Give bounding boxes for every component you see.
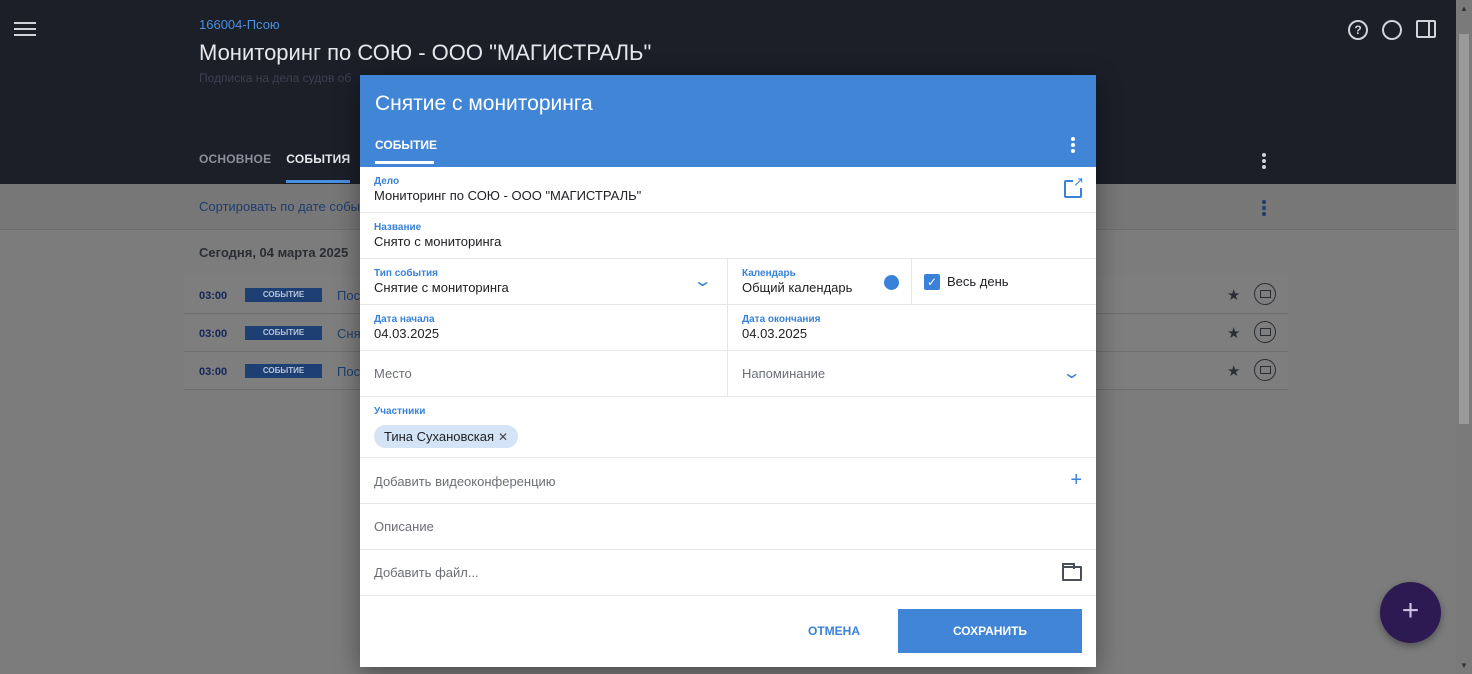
place-placeholder: Место (374, 366, 412, 381)
screen-icon[interactable] (1254, 283, 1276, 305)
type-calendar-row: Тип события Снятие с мониторинга ⌄ Кален… (360, 259, 1096, 305)
screen-icon[interactable] (1254, 359, 1276, 381)
open-external-icon[interactable] (1064, 175, 1084, 198)
tab-main[interactable]: ОСНОВНОЕ (199, 152, 271, 183)
name-field[interactable]: Название Снято с мониторинга (360, 213, 1096, 259)
case-field[interactable]: Дело Мониторинг по СОЮ - ООО "МАГИСТРАЛЬ… (360, 167, 1096, 213)
video-conference-row[interactable]: Добавить видеоконференцию + (360, 458, 1096, 504)
file-placeholder: Добавить файл... (374, 565, 479, 580)
event-badge: СОБЫТИЕ (245, 364, 322, 378)
side-panel-icon[interactable] (1416, 20, 1436, 38)
file-attach-row[interactable]: Добавить файл... (360, 550, 1096, 596)
help-icon[interactable]: ? (1348, 20, 1368, 40)
star-icon[interactable]: ★ (1227, 286, 1240, 304)
event-title[interactable]: Пос (337, 288, 360, 303)
case-value: Мониторинг по СОЮ - ООО "МАГИСТРАЛЬ" (374, 188, 642, 203)
participants-field[interactable]: Участники Тина Сухановская ✕ (360, 397, 1096, 458)
dialog-header: Снятие с мониторинга СОБЫТИЕ (360, 75, 1096, 167)
event-badge: СОБЫТИЕ (245, 288, 322, 302)
all-day-checkbox[interactable]: ✓ Весь день (912, 259, 1096, 304)
cancel-button[interactable]: ОТМЕНА (790, 609, 878, 653)
participant-name: Тина Сухановская (384, 429, 495, 444)
page-subtitle: Подписка на дела судов об (199, 71, 352, 85)
description-placeholder: Описание (374, 519, 434, 534)
place-input[interactable]: Место (360, 351, 728, 396)
end-date-value: 04.03.2025 (742, 326, 808, 341)
participant-chip[interactable]: Тина Сухановская ✕ (374, 425, 519, 448)
calendar-color-dot (884, 275, 899, 290)
event-title[interactable]: Пос (337, 364, 360, 379)
header-actions: ? (1348, 20, 1436, 40)
add-icon[interactable]: + (1070, 469, 1082, 492)
sort-button[interactable]: Сортировать по дате событ (199, 199, 366, 214)
tab-events[interactable]: СОБЫТИЯ (286, 152, 351, 183)
event-time: 03:00 (199, 366, 228, 378)
event-time: 03:00 (199, 290, 228, 302)
reminder-select[interactable]: Напоминание ⌄ (728, 351, 1096, 396)
chevron-down-icon[interactable]: ⌄ (1061, 363, 1081, 383)
star-icon[interactable]: ★ (1227, 324, 1240, 342)
event-title[interactable]: Сня (337, 326, 361, 341)
all-day-label: Весь день (947, 274, 1009, 289)
scroll-down-icon[interactable]: ▼ (1460, 661, 1468, 670)
dates-row: Дата начала 04.03.2025 Дата окончания 04… (360, 305, 1096, 351)
page-title: Мониторинг по СОЮ - ООО "МАГИСТРАЛЬ" (199, 40, 652, 65)
add-fab-button[interactable]: + (1380, 582, 1441, 643)
tab-indicator (375, 161, 434, 164)
participants-label: Участники (374, 406, 426, 417)
star-icon[interactable]: ★ (1227, 362, 1240, 380)
save-button[interactable]: СОХРАНИТЬ (898, 609, 1082, 653)
dialog-title: Снятие с мониторинга (375, 92, 593, 115)
sort-more-icon[interactable] (1262, 200, 1266, 218)
case-label: Дело (374, 176, 400, 187)
place-reminder-row: Место Напоминание ⌄ (360, 351, 1096, 397)
event-type-label: Тип события (374, 268, 438, 279)
dialog-footer: ОТМЕНА СОХРАНИТЬ (360, 595, 1096, 667)
scroll-up-icon[interactable]: ▲ (1460, 4, 1468, 13)
start-date-field[interactable]: Дата начала 04.03.2025 (360, 305, 728, 350)
event-time: 03:00 (199, 328, 228, 340)
description-field[interactable]: Описание (360, 504, 1096, 550)
event-type-value: Снятие с мониторинга (374, 280, 509, 295)
calendar-value: Общий календарь (742, 280, 853, 295)
end-date-label: Дата окончания (742, 314, 821, 325)
event-dialog: Снятие с мониторинга СОБЫТИЕ Дело Монито… (360, 75, 1096, 667)
page-scrollbar[interactable]: ▲ ▼ (1456, 0, 1472, 674)
reminder-placeholder: Напоминание (742, 366, 826, 381)
folder-icon[interactable] (1062, 563, 1082, 581)
dialog-more-icon[interactable] (1071, 137, 1075, 155)
video-placeholder: Добавить видеоконференцию (374, 474, 556, 489)
calendar-select[interactable]: Календарь Общий календарь (728, 259, 912, 304)
start-date-label: Дата начала (374, 314, 435, 325)
more-vert-icon[interactable] (1262, 153, 1266, 171)
name-label: Название (374, 222, 422, 233)
clock-icon[interactable] (1382, 20, 1402, 40)
hamburger-menu-icon[interactable] (14, 22, 36, 40)
event-badge: СОБЫТИЕ (245, 326, 322, 340)
page-tabs: ОСНОВНОЕ СОБЫТИЯ У (199, 152, 373, 183)
checkbox-checked-icon[interactable]: ✓ (924, 274, 940, 290)
chevron-down-icon[interactable]: ⌄ (692, 271, 712, 291)
screen-icon[interactable] (1254, 321, 1276, 343)
name-value: Снято с мониторинга (374, 234, 502, 249)
end-date-field[interactable]: Дата окончания 04.03.2025 (728, 305, 1096, 350)
event-type-select[interactable]: Тип события Снятие с мониторинга ⌄ (360, 259, 728, 304)
dialog-tab-event[interactable]: СОБЫТИЕ (375, 138, 437, 152)
date-header: Сегодня, 04 марта 2025 (199, 245, 349, 260)
remove-chip-icon[interactable]: ✕ (498, 430, 508, 444)
breadcrumb[interactable]: 166004-Псою (199, 17, 280, 32)
start-date-value: 04.03.2025 (374, 326, 440, 341)
calendar-label: Календарь (742, 268, 796, 279)
scroll-thumb[interactable] (1459, 34, 1469, 424)
